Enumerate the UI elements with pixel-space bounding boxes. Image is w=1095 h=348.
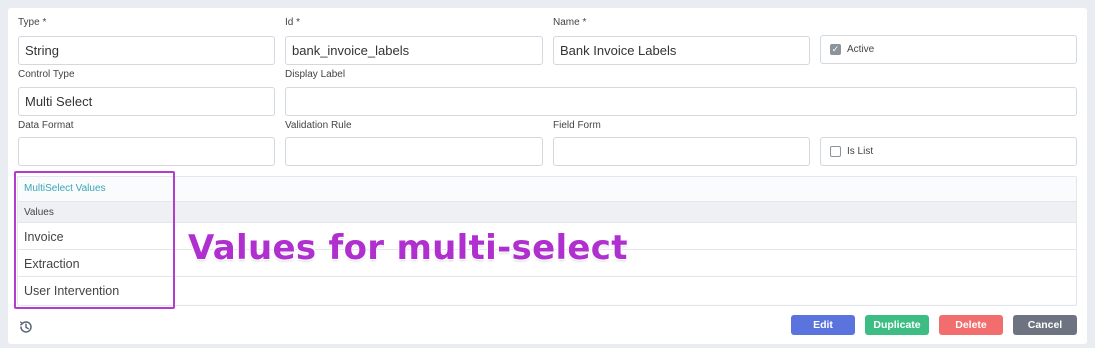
values-header-label: Values: [24, 207, 54, 218]
is-list-checkbox-field[interactable]: Is List: [820, 137, 1077, 166]
name-input[interactable]: [553, 36, 810, 65]
delete-button[interactable]: Delete: [939, 315, 1003, 335]
value-label: Extraction: [24, 257, 80, 271]
edit-button[interactable]: Edit: [791, 315, 855, 335]
duplicate-button[interactable]: Duplicate: [865, 315, 929, 335]
data-format-input[interactable]: [18, 137, 275, 166]
values-column-header: Values: [18, 201, 1076, 223]
active-checkbox[interactable]: ✓: [830, 44, 841, 55]
type-input[interactable]: [18, 36, 275, 65]
list-item[interactable]: User Intervention: [18, 277, 1076, 304]
id-label: Id *: [285, 17, 301, 28]
cancel-button[interactable]: Cancel: [1013, 315, 1077, 335]
field-editor-card: Type * Id * Name * ✓ Active Control Type…: [8, 8, 1087, 344]
validation-rule-input[interactable]: [285, 137, 543, 166]
multiselect-values-title[interactable]: MultiSelect Values: [24, 183, 106, 194]
field-form-label: Field Form: [553, 120, 601, 131]
value-label: Invoice: [24, 230, 64, 244]
annotation-callout: Values for multi-select: [188, 228, 628, 268]
check-icon: ✓: [831, 44, 840, 54]
control-type-label: Control Type: [18, 69, 75, 80]
id-input[interactable]: [285, 36, 543, 65]
active-label: Active: [847, 44, 875, 55]
is-list-checkbox[interactable]: [830, 146, 841, 157]
validation-rule-label: Validation Rule: [285, 120, 352, 131]
display-label-input[interactable]: [285, 87, 1077, 116]
type-label: Type *: [18, 17, 47, 28]
data-format-label: Data Format: [18, 120, 74, 131]
active-checkbox-field[interactable]: ✓ Active: [820, 35, 1077, 64]
display-label-label: Display Label: [285, 69, 346, 80]
control-type-input[interactable]: [18, 87, 275, 116]
is-list-label: Is List: [847, 146, 874, 157]
field-form-input[interactable]: [553, 137, 810, 166]
name-label: Name *: [553, 17, 587, 28]
value-label: User Intervention: [24, 284, 120, 298]
history-icon[interactable]: [18, 319, 34, 335]
